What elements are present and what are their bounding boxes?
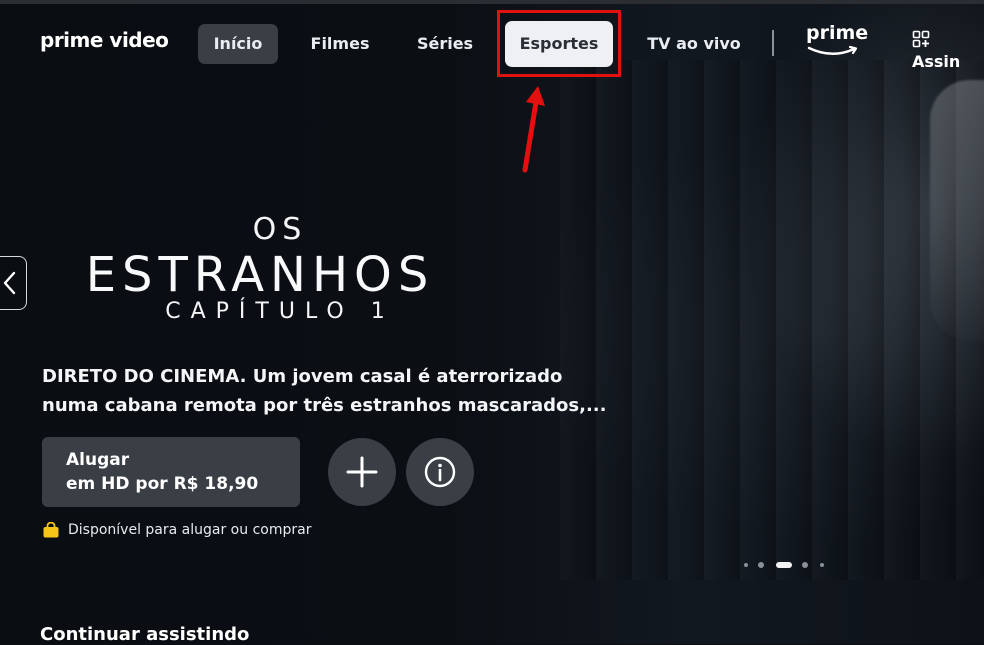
carousel-dot[interactable] bbox=[820, 563, 824, 567]
carousel-dot-active[interactable] bbox=[776, 562, 792, 568]
nav-item-series[interactable]: Séries bbox=[405, 24, 485, 64]
nav-divider bbox=[772, 30, 774, 56]
nav-item-inicio[interactable]: Início bbox=[198, 24, 278, 64]
rent-button-line-2: em HD por R$ 18,90 bbox=[66, 474, 259, 494]
hero-image-figure bbox=[930, 80, 984, 340]
description-line-1: DIRETO DO CINEMA. Um jovem casal é aterr… bbox=[42, 366, 563, 387]
hero-description: DIRETO DO CINEMA. Um jovem casal é aterr… bbox=[42, 362, 622, 420]
prime-logo[interactable]: prime bbox=[806, 22, 869, 62]
carousel-indicator bbox=[744, 561, 834, 569]
top-navigation: prime video Início Filmes Séries Esporte… bbox=[0, 0, 984, 90]
hero-image-curtains bbox=[560, 60, 984, 580]
carousel-dot[interactable] bbox=[802, 562, 808, 568]
add-to-watchlist-button[interactable] bbox=[328, 438, 396, 506]
prime-smile-icon bbox=[807, 45, 858, 55]
carousel-dot[interactable] bbox=[744, 563, 748, 567]
annotation-highlight-frame bbox=[497, 10, 621, 77]
description-line-2: numa cabana remota por três estranhos ma… bbox=[42, 395, 607, 416]
shopping-bag-icon bbox=[43, 522, 59, 538]
annotation-arrow-icon bbox=[522, 86, 545, 173]
title-top: OS bbox=[252, 212, 308, 247]
info-icon bbox=[424, 456, 456, 488]
rent-button-line-1: Alugar bbox=[66, 450, 130, 470]
availability-text: Disponível para alugar ou comprar bbox=[68, 522, 312, 538]
carousel-dot[interactable] bbox=[758, 562, 764, 568]
nav-item-filmes[interactable]: Filmes bbox=[300, 24, 380, 64]
subscriptions-label: Assin bbox=[912, 52, 961, 71]
rent-hd-button[interactable]: Alugar em HD por R$ 18,90 bbox=[42, 437, 300, 507]
subscriptions-grid-icon bbox=[912, 30, 930, 52]
prime-video-logo[interactable]: prime video bbox=[40, 28, 169, 52]
details-button[interactable] bbox=[406, 438, 474, 506]
nav-item-tv-ao-vivo[interactable]: TV ao vivo bbox=[640, 24, 748, 64]
prime-logo-text: prime bbox=[806, 22, 869, 44]
subscriptions-link[interactable]: Assin bbox=[912, 30, 984, 71]
title-main: ESTRANHOS bbox=[85, 247, 435, 303]
hero-title-logo: OS ESTRANHOS CAPÍTULO 1 bbox=[40, 212, 520, 324]
availability-note: Disponível para alugar ou comprar bbox=[42, 522, 311, 538]
section-title-continue-watching: Continuar assistindo bbox=[40, 624, 250, 645]
plus-icon bbox=[346, 456, 378, 488]
